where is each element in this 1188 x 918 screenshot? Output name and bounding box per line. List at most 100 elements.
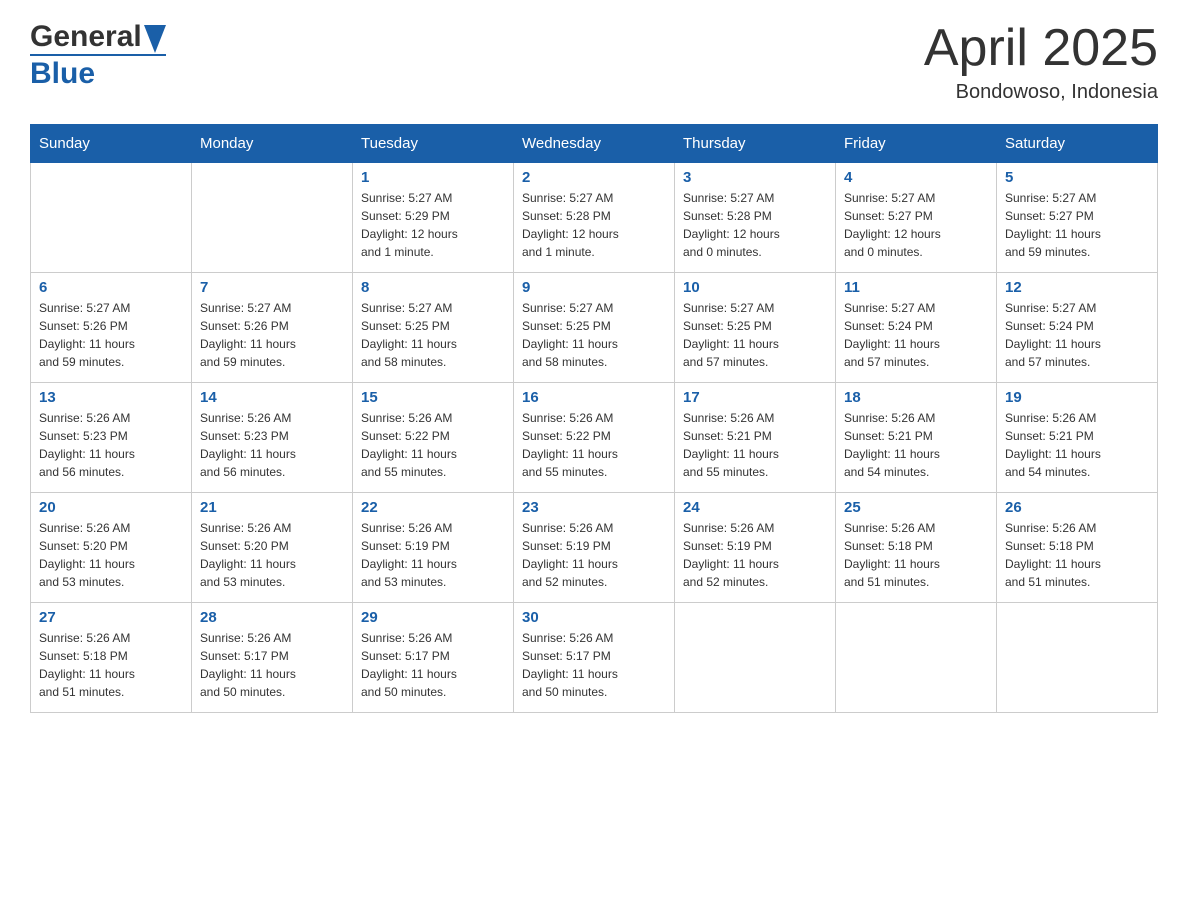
day-number: 9 — [522, 279, 666, 296]
day-info: Sunrise: 5:26 AM Sunset: 5:18 PM Dayligh… — [844, 519, 988, 591]
day-info: Sunrise: 5:27 AM Sunset: 5:27 PM Dayligh… — [1005, 189, 1149, 261]
day-number: 18 — [844, 389, 988, 406]
day-number: 8 — [361, 279, 505, 296]
day-info: Sunrise: 5:26 AM Sunset: 5:20 PM Dayligh… — [39, 519, 183, 591]
day-number: 24 — [683, 499, 827, 516]
day-number: 14 — [200, 389, 344, 406]
day-info: Sunrise: 5:26 AM Sunset: 5:21 PM Dayligh… — [683, 409, 827, 481]
day-cell: 11Sunrise: 5:27 AM Sunset: 5:24 PM Dayli… — [836, 273, 997, 383]
calendar-header: SundayMondayTuesdayWednesdayThursdayFrid… — [31, 125, 1158, 163]
day-info: Sunrise: 5:27 AM Sunset: 5:24 PM Dayligh… — [844, 299, 988, 371]
day-cell — [675, 603, 836, 713]
calendar-table: SundayMondayTuesdayWednesdayThursdayFrid… — [30, 124, 1158, 713]
day-cell: 16 Sunrise: 5:26 AM Sunset: 5:22 PM Dayli… — [514, 383, 675, 493]
day-number: 10 — [683, 279, 827, 296]
day-number: 23 — [522, 499, 666, 516]
day-number: 16 — [522, 389, 666, 406]
column-header-sunday: Sunday — [31, 125, 192, 163]
day-info: Sunrise: 5:26 AM Sunset: 5:18 PM Dayligh… — [39, 629, 183, 701]
day-cell: 23 Sunrise: 5:26 AM Sunset: 5:19 PM Dayli… — [514, 493, 675, 603]
day-info: Sunrise: 5:26 AM Sunset: 5:22 PM Dayligh… — [361, 409, 505, 481]
column-header-wednesday: Wednesday — [514, 125, 675, 163]
day-cell: 18 Sunrise: 5:26 AM Sunset: 5:21 PM Dayli… — [836, 383, 997, 493]
day-info: Sunrise: 5:26 AM Sunset: 5:19 PM Dayligh… — [683, 519, 827, 591]
day-cell: 7 Sunrise: 5:27 AM Sunset: 5:26 PM Daylig… — [192, 273, 353, 383]
day-cell: 19Sunrise: 5:26 AM Sunset: 5:21 PM Dayli… — [997, 383, 1158, 493]
day-number: 17 — [683, 389, 827, 406]
column-header-monday: Monday — [192, 125, 353, 163]
day-cell: 22Sunrise: 5:26 AM Sunset: 5:19 PM Dayli… — [353, 493, 514, 603]
week-row-4: 20 Sunrise: 5:26 AM Sunset: 5:20 PM Dayli… — [31, 493, 1158, 603]
day-cell: 5 Sunrise: 5:27 AM Sunset: 5:27 PM Daylig… — [997, 163, 1158, 273]
day-cell: 15 Sunrise: 5:26 AM Sunset: 5:22 PM Dayli… — [353, 383, 514, 493]
logo: General Blue — [30, 20, 166, 91]
day-info: Sunrise: 5:26 AM Sunset: 5:17 PM Dayligh… — [522, 629, 666, 701]
day-cell: 14 Sunrise: 5:26 AM Sunset: 5:23 PM Dayli… — [192, 383, 353, 493]
day-info: Sunrise: 5:27 AM Sunset: 5:25 PM Dayligh… — [522, 299, 666, 371]
location-title: Bondowoso, Indonesia — [924, 81, 1158, 104]
day-number: 30 — [522, 609, 666, 626]
day-info: Sunrise: 5:26 AM Sunset: 5:17 PM Dayligh… — [200, 629, 344, 701]
day-cell — [997, 603, 1158, 713]
day-cell: 4Sunrise: 5:27 AM Sunset: 5:27 PM Daylig… — [836, 163, 997, 273]
day-info: Sunrise: 5:26 AM Sunset: 5:17 PM Dayligh… — [361, 629, 505, 701]
month-year-title: April 2025 — [924, 20, 1158, 77]
day-number: 7 — [200, 279, 344, 296]
day-info: Sunrise: 5:27 AM Sunset: 5:26 PM Dayligh… — [200, 299, 344, 371]
day-number: 29 — [361, 609, 505, 626]
day-number: 25 — [844, 499, 988, 516]
day-cell: 30 Sunrise: 5:26 AM Sunset: 5:17 PM Dayli… — [514, 603, 675, 713]
column-header-thursday: Thursday — [675, 125, 836, 163]
day-info: Sunrise: 5:26 AM Sunset: 5:19 PM Dayligh… — [361, 519, 505, 591]
day-cell: 20 Sunrise: 5:26 AM Sunset: 5:20 PM Dayli… — [31, 493, 192, 603]
day-number: 6 — [39, 279, 183, 296]
day-info: Sunrise: 5:27 AM Sunset: 5:26 PM Dayligh… — [39, 299, 183, 371]
week-row-5: 27 Sunrise: 5:26 AM Sunset: 5:18 PM Dayli… — [31, 603, 1158, 713]
day-info: Sunrise: 5:26 AM Sunset: 5:23 PM Dayligh… — [200, 409, 344, 481]
column-header-friday: Friday — [836, 125, 997, 163]
day-cell: 27 Sunrise: 5:26 AM Sunset: 5:18 PM Dayli… — [31, 603, 192, 713]
day-cell: 28 Sunrise: 5:26 AM Sunset: 5:17 PM Dayli… — [192, 603, 353, 713]
title-block: April 2025 Bondowoso, Indonesia — [924, 20, 1158, 104]
day-cell: 3 Sunrise: 5:27 AM Sunset: 5:28 PM Daylig… — [675, 163, 836, 273]
logo-text: General Blue — [30, 20, 166, 91]
day-cell: 24 Sunrise: 5:26 AM Sunset: 5:19 PM Dayli… — [675, 493, 836, 603]
day-number: 12 — [1005, 279, 1149, 296]
calendar-body: 1Sunrise: 5:27 AM Sunset: 5:29 PM Daylig… — [31, 163, 1158, 713]
day-info: Sunrise: 5:26 AM Sunset: 5:22 PM Dayligh… — [522, 409, 666, 481]
day-number: 19 — [1005, 389, 1149, 406]
day-info: Sunrise: 5:26 AM Sunset: 5:21 PM Dayligh… — [844, 409, 988, 481]
week-row-1: 1Sunrise: 5:27 AM Sunset: 5:29 PM Daylig… — [31, 163, 1158, 273]
day-cell — [192, 163, 353, 273]
day-cell: 29 Sunrise: 5:26 AM Sunset: 5:17 PM Dayli… — [353, 603, 514, 713]
day-info: Sunrise: 5:27 AM Sunset: 5:25 PM Dayligh… — [361, 299, 505, 371]
day-info: Sunrise: 5:27 AM Sunset: 5:28 PM Dayligh… — [683, 189, 827, 261]
column-header-tuesday: Tuesday — [353, 125, 514, 163]
day-cell: 17 Sunrise: 5:26 AM Sunset: 5:21 PM Dayli… — [675, 383, 836, 493]
day-cell: 25 Sunrise: 5:26 AM Sunset: 5:18 PM Dayli… — [836, 493, 997, 603]
day-cell: 6 Sunrise: 5:27 AM Sunset: 5:26 PM Daylig… — [31, 273, 192, 383]
day-cell: 13 Sunrise: 5:26 AM Sunset: 5:23 PM Dayli… — [31, 383, 192, 493]
day-cell: 12 Sunrise: 5:27 AM Sunset: 5:24 PM Dayli… — [997, 273, 1158, 383]
day-info: Sunrise: 5:26 AM Sunset: 5:23 PM Dayligh… — [39, 409, 183, 481]
day-info: Sunrise: 5:27 AM Sunset: 5:25 PM Dayligh… — [683, 299, 827, 371]
day-number: 20 — [39, 499, 183, 516]
day-number: 5 — [1005, 169, 1149, 186]
day-number: 13 — [39, 389, 183, 406]
day-number: 27 — [39, 609, 183, 626]
day-info: Sunrise: 5:26 AM Sunset: 5:19 PM Dayligh… — [522, 519, 666, 591]
day-cell: 9 Sunrise: 5:27 AM Sunset: 5:25 PM Daylig… — [514, 273, 675, 383]
day-info: Sunrise: 5:27 AM Sunset: 5:28 PM Dayligh… — [522, 189, 666, 261]
day-number: 1 — [361, 169, 505, 186]
day-info: Sunrise: 5:27 AM Sunset: 5:24 PM Dayligh… — [1005, 299, 1149, 371]
logo-blue: Blue — [30, 54, 166, 91]
logo-arrow-icon — [144, 25, 166, 53]
day-number: 3 — [683, 169, 827, 186]
day-number: 26 — [1005, 499, 1149, 516]
day-cell: 2Sunrise: 5:27 AM Sunset: 5:28 PM Daylig… — [514, 163, 675, 273]
day-cell: 26Sunrise: 5:26 AM Sunset: 5:18 PM Dayli… — [997, 493, 1158, 603]
day-number: 28 — [200, 609, 344, 626]
day-info: Sunrise: 5:26 AM Sunset: 5:20 PM Dayligh… — [200, 519, 344, 591]
day-cell: 8 Sunrise: 5:27 AM Sunset: 5:25 PM Daylig… — [353, 273, 514, 383]
day-number: 15 — [361, 389, 505, 406]
